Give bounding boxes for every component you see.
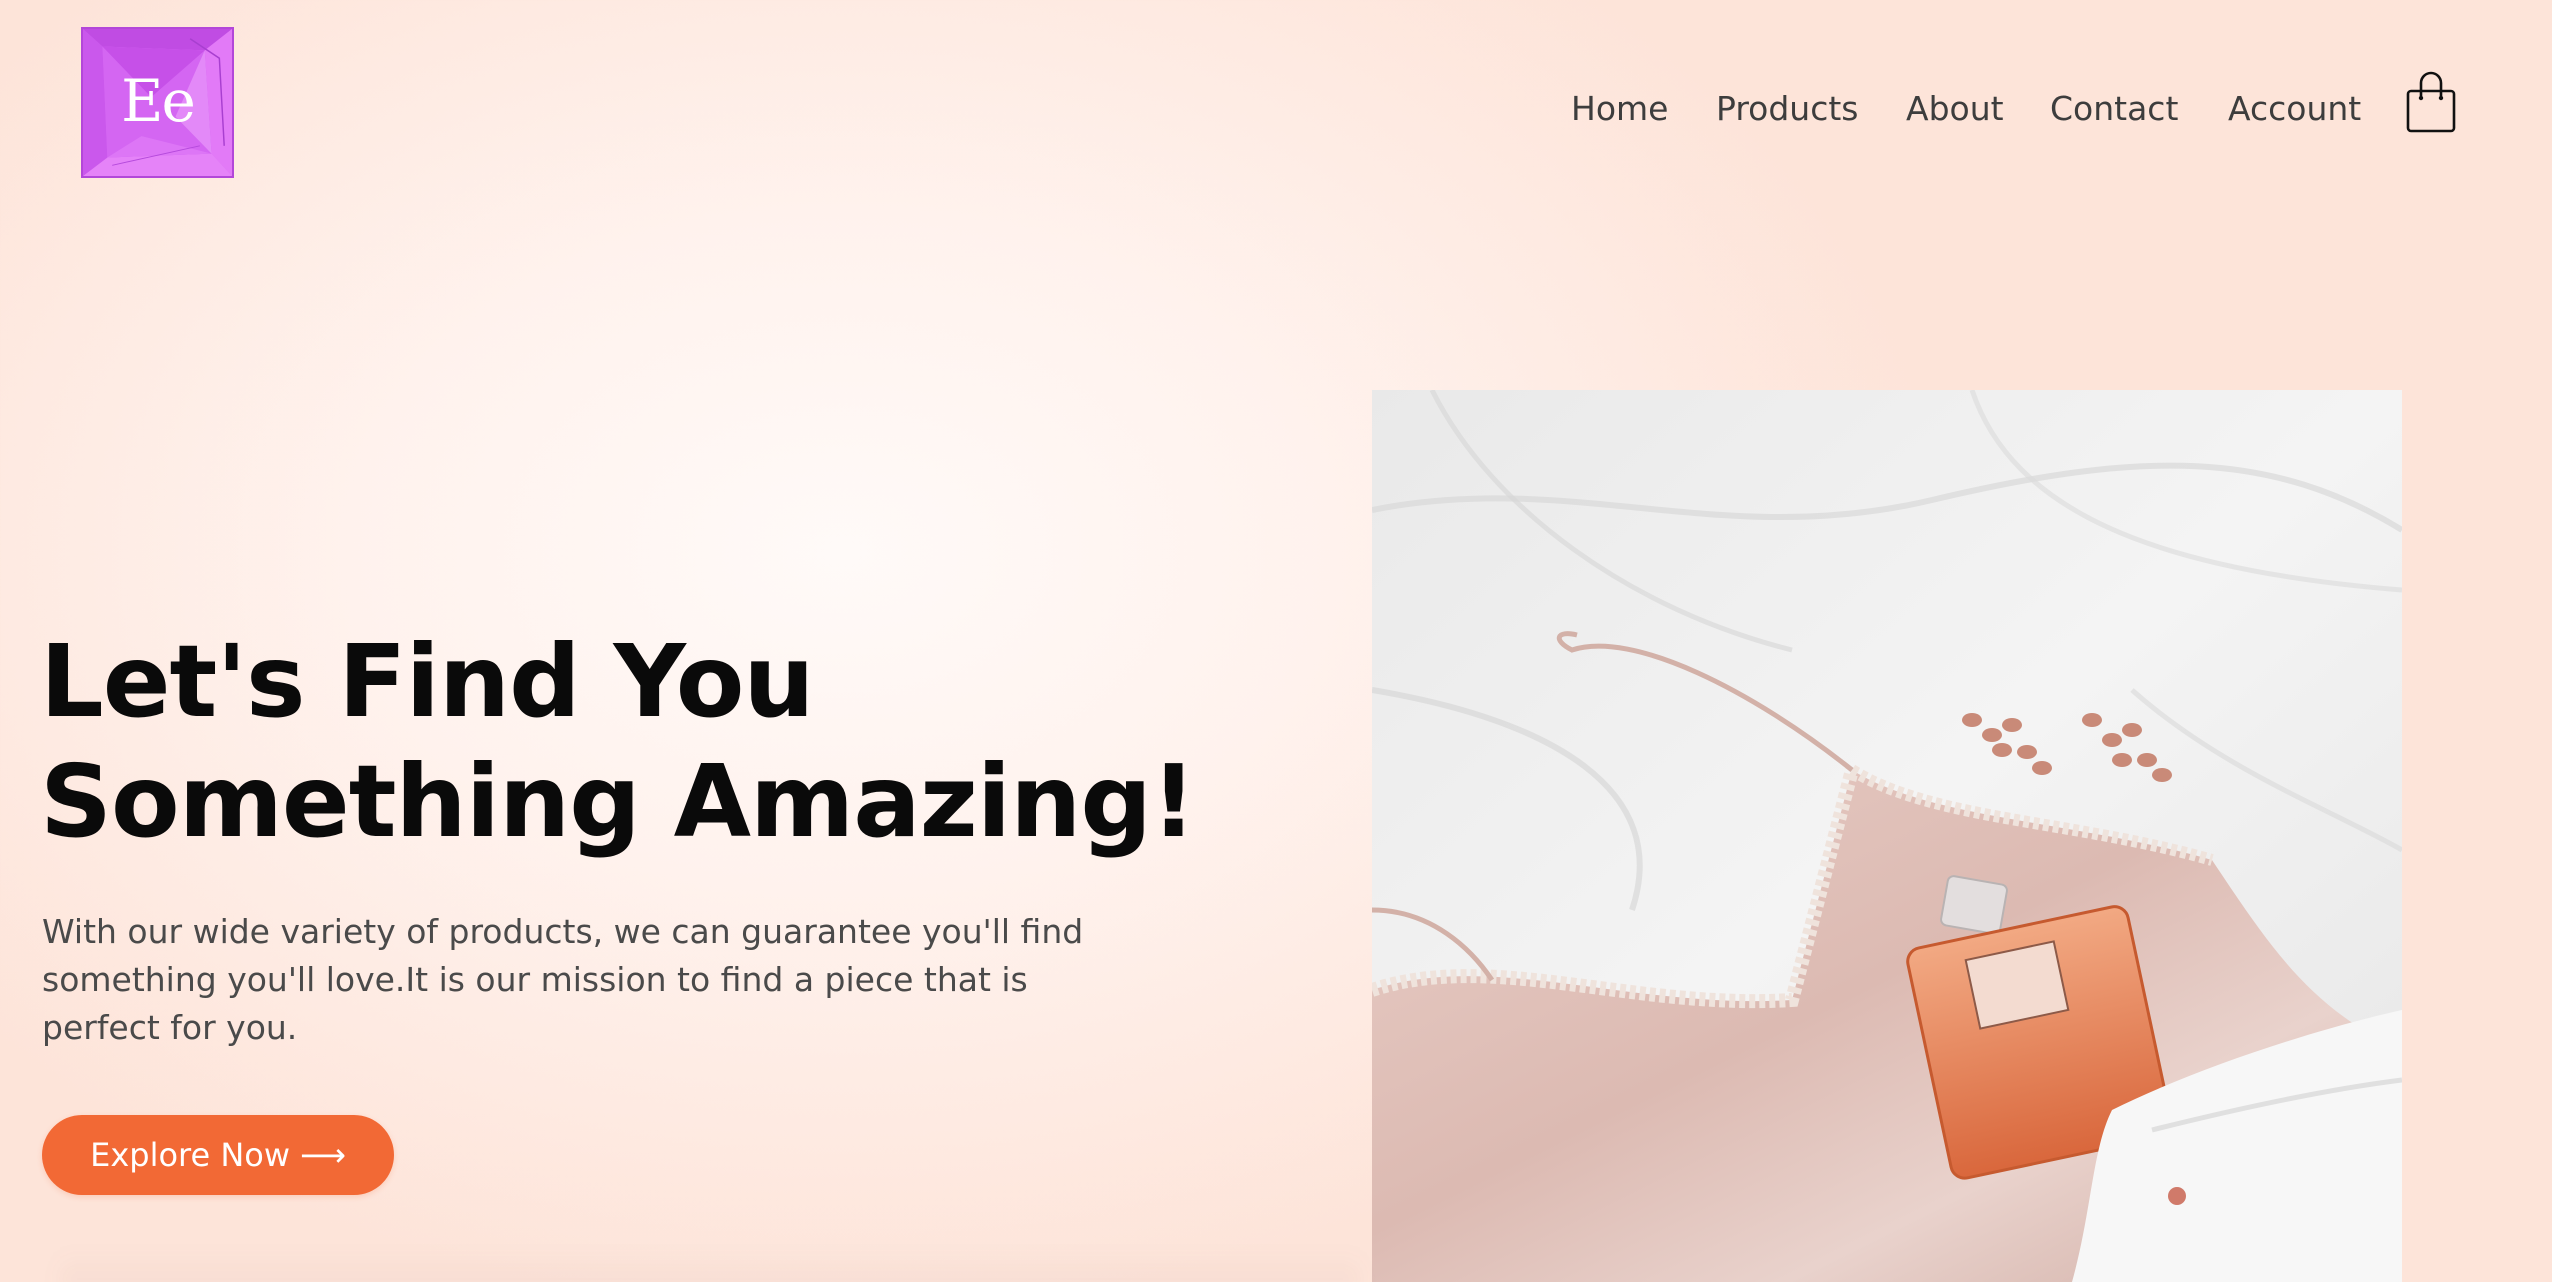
logo-text: Ee <box>121 67 196 135</box>
hero-description-line3: perfect for you. <box>42 1008 298 1047</box>
nav-account[interactable]: Account <box>2228 84 2361 134</box>
hero-headline-line1: Let's Find You <box>40 623 815 740</box>
brand-logo[interactable]: Ee <box>81 27 234 178</box>
hero-headline: Let's Find You Something Amazing! <box>40 622 1240 862</box>
explore-now-label: Explore Now <box>90 1136 291 1174</box>
hero-description-line1: With our wide variety of products, we ca… <box>42 912 1084 951</box>
arrow-right-icon: ⟶ <box>300 1136 346 1174</box>
hero-product-image <box>1372 390 2402 1282</box>
hero-headline-line2: Something Amazing! <box>40 743 1197 860</box>
nav-about[interactable]: About <box>1906 84 2004 134</box>
nav-products[interactable]: Products <box>1716 84 1859 134</box>
landing-page: Ee Home Products About Contact Account L… <box>0 0 2552 1282</box>
hero-description-line2: something you'll love.It is our mission … <box>42 960 1028 999</box>
nav-contact[interactable]: Contact <box>2050 84 2178 134</box>
hero-description: With our wide variety of products, we ca… <box>42 908 1102 1052</box>
shopping-bag-icon[interactable] <box>2406 71 2456 133</box>
explore-now-button[interactable]: Explore Now ⟶ <box>42 1115 394 1195</box>
nav-home[interactable]: Home <box>1571 84 1668 134</box>
section-shadow <box>60 1250 1360 1282</box>
